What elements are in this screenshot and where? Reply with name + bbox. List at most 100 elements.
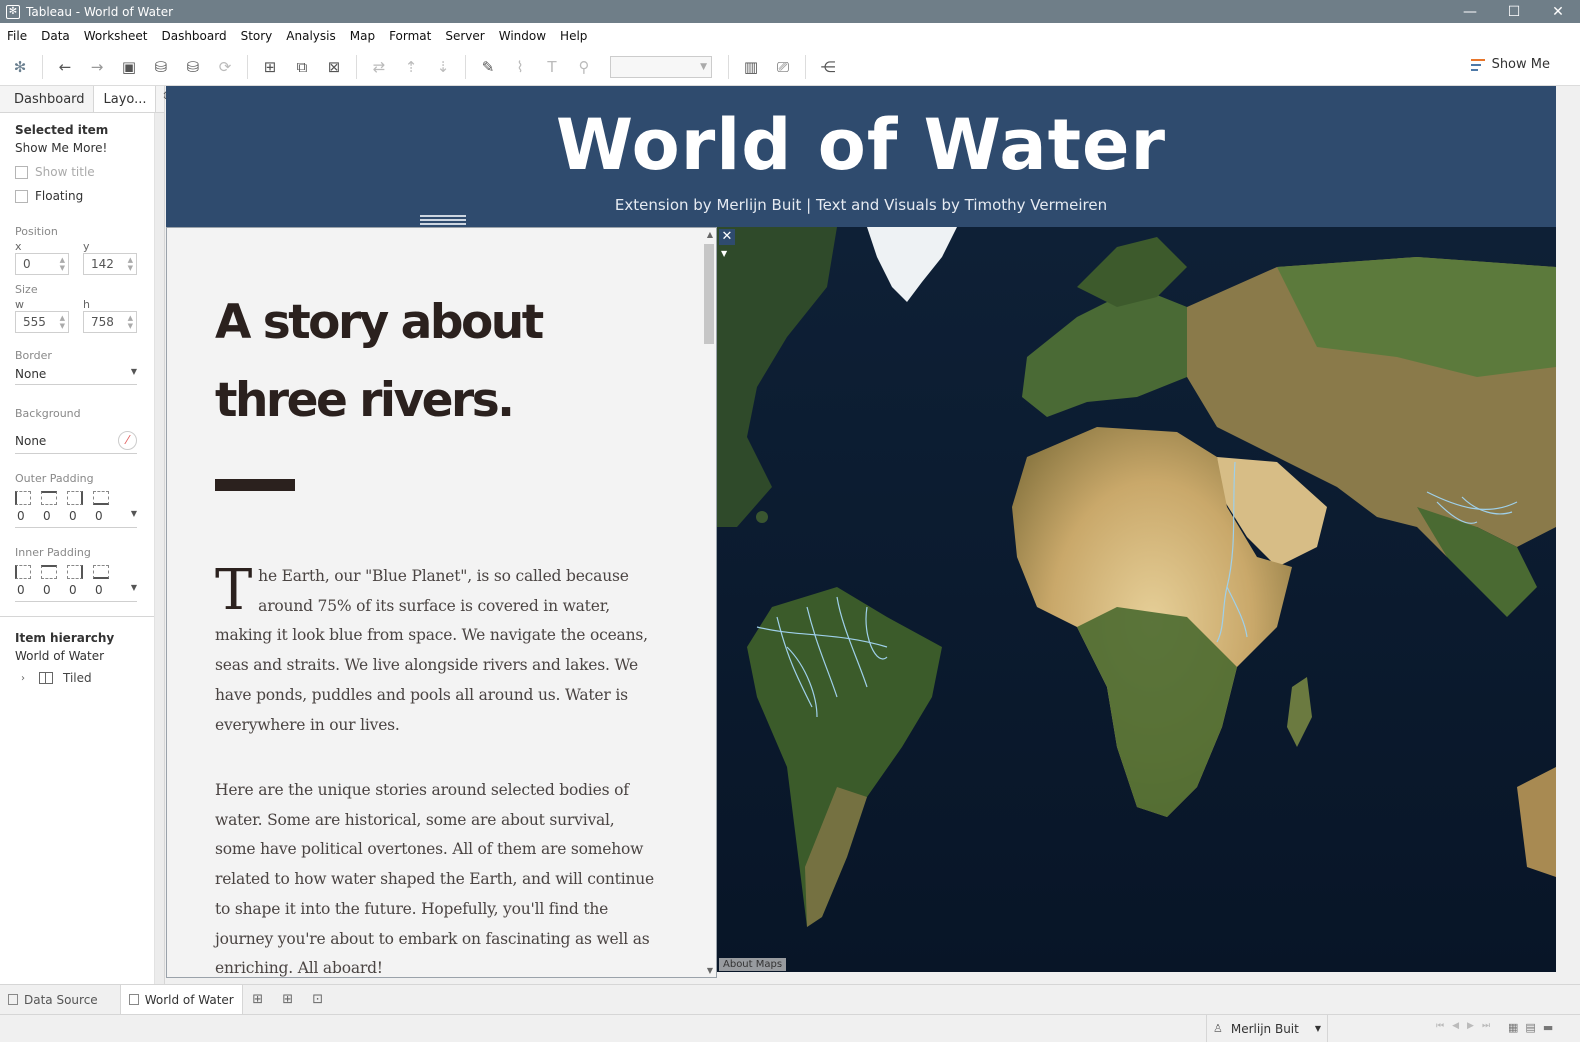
chevron-right-icon[interactable]: › [21,673,25,684]
outer-padding-values[interactable]: 0 0 0 0 ▼ [15,505,137,528]
last-sheet-icon[interactable]: ⏭ [1482,1021,1490,1031]
clear-sheet-icon[interactable]: ⊠ [323,56,345,78]
border-select[interactable]: None ▼ [15,364,137,385]
undo-icon[interactable]: ← [54,56,76,78]
close-icon[interactable]: ✕ [719,229,735,245]
tiled-container-icon [39,672,53,684]
sheet-tabs-bar: Data Source World of Water ⊞ ⊞ ⊡ [0,984,1580,1015]
new-worksheet-tab-icon[interactable]: ⊞ [243,985,273,1015]
show-title-checkbox[interactable]: Show title [15,165,140,179]
presentation-mode-icon[interactable]: ⎚ [772,56,794,78]
group-members-icon[interactable]: ⌇ [509,56,531,78]
menu-server[interactable]: Server [438,29,491,43]
new-worksheet-icon[interactable]: ⊞ [259,56,281,78]
prev-sheet-icon[interactable]: ◀ [1452,1021,1459,1031]
y-input[interactable]: 142 ▲ ▼ [83,253,137,275]
story-heading: A story about three rivers. [215,295,544,428]
tableau-logo-icon[interactable]: ✻ [9,56,31,78]
story-text-extension[interactable]: A story about three rivers. The Earth, o… [166,227,717,978]
size-label: Size [15,283,38,296]
share-icon[interactable]: ⋲ [817,56,839,78]
toolbar: ✻ ← → ▣ ⛁ ⛁ ⟳ ⊞ ⧉ ⊠ ⇄ ⇡ ⇣ ✎ ⌇ T ⚲ ▼ ▥ ⎚ … [0,49,1580,86]
hierarchy-root[interactable]: World of Water [15,649,140,663]
next-sheet-icon[interactable]: ▶ [1467,1021,1474,1031]
dashboard-subtitle: Extension by Merlijn Buit | Text and Vis… [614,196,1108,214]
new-story-tab-icon[interactable]: ⊡ [303,985,333,1015]
user-menu[interactable]: ♙ Merlijn Buit ▼ [1206,1015,1328,1042]
about-maps-link[interactable]: About Maps [719,958,787,971]
sort-ascending-icon[interactable]: ⇡ [400,56,422,78]
outer-padding-label: Outer Padding [15,472,94,485]
refresh-icon[interactable]: ⟳ [214,56,236,78]
tab-data-source[interactable]: Data Source [0,985,106,1015]
maximize-button[interactable]: ☐ [1492,0,1536,23]
width-input[interactable]: 555 ▲ ▼ [15,311,69,333]
story-paragraph-1: The Earth, our "Blue Planet", is so call… [215,558,648,734]
window-titlebar: ✻ Tableau - World of Water — ☐ ✕ [0,0,1580,23]
sheet-sorter-icon[interactable]: ▦ [1508,1021,1518,1034]
story-scrollbar[interactable]: ▲ ▼ [702,228,716,977]
sort-descending-icon[interactable]: ⇣ [432,56,454,78]
dashboard-icon [128,994,139,1005]
new-dashboard-tab-icon[interactable]: ⊞ [273,985,303,1015]
menu-format[interactable]: Format [382,29,438,43]
pad-right-icon [67,491,83,505]
scroll-thumb[interactable] [704,244,714,344]
heading-rule [215,479,295,491]
chevron-down-icon[interactable]: ▼ [721,249,727,258]
background-label: Background [15,407,81,420]
h-label: h [83,298,90,311]
pad-top-icon [41,491,57,505]
selected-item-value: Show Me More! [15,141,108,155]
tabs-view-icon[interactable]: ▬ [1543,1021,1553,1034]
highlight-icon[interactable]: ✎ [477,56,499,78]
border-label: Border [15,349,52,362]
panel-tabs: Dashboard Layo... ⇕ [0,86,170,113]
menu-dashboard[interactable]: Dashboard [154,29,233,43]
layout-panel: Dashboard Layo... ⇕ Selected item Show M… [0,86,170,984]
dashboard-header: World of Water Extension by Merlijn Buit… [166,86,1556,227]
hierarchy-item-tiled[interactable]: › Tiled [15,671,140,685]
show-mark-labels-icon[interactable]: T [541,56,563,78]
menu-map[interactable]: Map [343,29,382,43]
tab-world-of-water[interactable]: World of Water [119,984,243,1015]
duplicate-icon[interactable]: ⧉ [291,56,313,78]
menu-data[interactable]: Data [34,29,77,43]
pause-updates-icon[interactable]: ⛁ [182,56,204,78]
panel-scrollbar[interactable] [154,113,164,984]
x-label: x [15,240,22,253]
scroll-down-icon[interactable]: ▼ [707,966,713,975]
minimize-button[interactable]: — [1448,0,1492,23]
menu-worksheet[interactable]: Worksheet [77,29,155,43]
show-me-icon [1470,58,1485,71]
x-input[interactable]: 0 ▲ ▼ [15,253,69,275]
tab-dashboard[interactable]: Dashboard [0,86,93,112]
swap-rows-columns-icon[interactable]: ⇄ [368,56,390,78]
floating-checkbox[interactable]: Floating [15,189,140,203]
move-grip-handle[interactable] [420,215,466,225]
redo-icon[interactable]: → [86,56,108,78]
inner-padding-values[interactable]: 0 0 0 0 ▼ [15,579,137,602]
menu-analysis[interactable]: Analysis [279,29,342,43]
fit-dropdown[interactable]: ▼ [610,56,712,78]
save-icon[interactable]: ▣ [118,56,140,78]
show-cards-icon[interactable]: ▥ [740,56,762,78]
menu-file[interactable]: File [0,29,34,43]
tableau-app-icon: ✻ [6,4,20,19]
dashboard-canvas: World of Water Extension by Merlijn Buit… [166,86,1556,978]
show-me-button[interactable]: Show Me [1470,57,1550,72]
menu-story[interactable]: Story [234,29,280,43]
first-sheet-icon[interactable]: ⏮ [1436,1021,1444,1031]
chevron-down-icon: ▼ [130,583,137,592]
filmstrip-icon[interactable]: ▤ [1525,1021,1535,1034]
background-select[interactable]: None ⁄ [15,428,137,454]
close-window-button[interactable]: ✕ [1536,0,1580,23]
height-input[interactable]: 758 ▲ ▼ [83,311,137,333]
menu-help[interactable]: Help [553,29,594,43]
scroll-up-icon[interactable]: ▲ [707,230,713,239]
menu-window[interactable]: Window [492,29,553,43]
world-map[interactable]: ✕ ▼ About Maps [717,227,1556,972]
fix-axes-icon[interactable]: ⚲ [573,56,595,78]
new-data-source-icon[interactable]: ⛁ [150,56,172,78]
tab-layout[interactable]: Layo... [92,86,156,112]
